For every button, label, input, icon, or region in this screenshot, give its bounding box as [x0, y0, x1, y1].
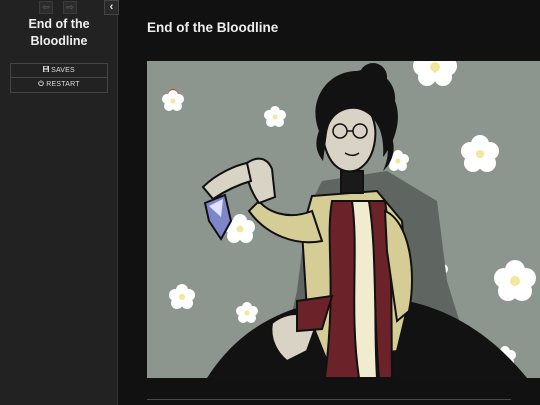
back-arrow-icon: ⇦ — [42, 2, 50, 12]
sidebar-toggle-button[interactable]: ‹ — [104, 0, 119, 15]
chevron-left-icon: ‹ — [109, 1, 114, 13]
restart-label: RESTART — [46, 81, 80, 88]
forward-arrow-icon: ⇨ — [66, 2, 74, 12]
passage: End of the Bloodline — [119, 0, 540, 405]
saves-label: SAVES — [51, 67, 75, 74]
story-title: End of the Bloodline — [28, 17, 90, 48]
sidebar: ⇦ ⇨ ‹ End of the Bloodline SAVES RESTART — [0, 0, 119, 405]
power-icon — [38, 78, 45, 91]
saves-button[interactable]: SAVES — [10, 63, 108, 78]
passage-illustration — [147, 61, 540, 378]
restart-button[interactable]: RESTART — [10, 78, 108, 93]
history-forward-button[interactable]: ⇨ — [63, 1, 77, 14]
divider — [147, 399, 511, 400]
history-back-button[interactable]: ⇦ — [39, 1, 53, 14]
passage-title: End of the Bloodline — [147, 20, 279, 35]
floppy-disk-icon — [43, 64, 50, 77]
